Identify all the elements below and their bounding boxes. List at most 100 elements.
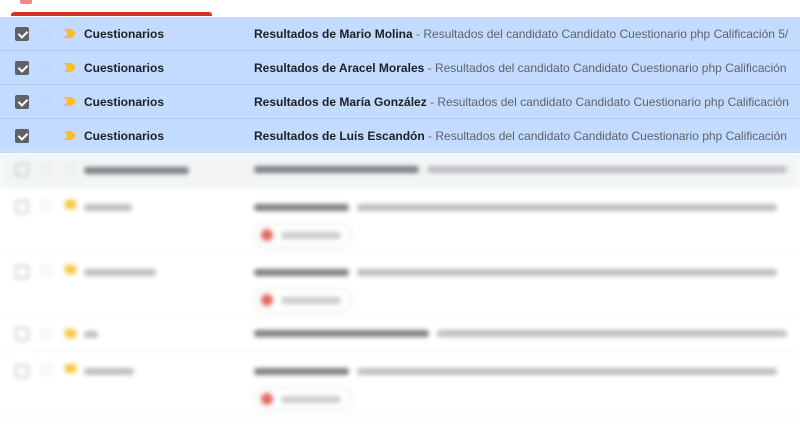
email-row[interactable]: ☆ Cuestionarios Resultados de Luis Escan… bbox=[0, 119, 800, 153]
sender-name: Cuestionarios bbox=[84, 60, 165, 75]
attachment-name bbox=[281, 231, 341, 239]
subject-snippet bbox=[254, 364, 800, 411]
subject-snippet: Resultados de Aracel Morales - Resultado… bbox=[254, 61, 800, 75]
row-star-cell: ☆ bbox=[36, 61, 56, 75]
row-select-cell bbox=[0, 265, 36, 279]
subject-snippet: Resultados de María González - Resultado… bbox=[254, 95, 800, 109]
checkbox-icon[interactable] bbox=[15, 364, 29, 378]
row-importance-cell bbox=[56, 329, 84, 338]
row-select-cell bbox=[0, 26, 36, 41]
email-subject: Resultados de Mario Molina bbox=[254, 26, 413, 41]
row-importance-cell bbox=[56, 131, 84, 140]
importance-marker-icon[interactable] bbox=[64, 265, 76, 274]
attachment-name bbox=[281, 395, 341, 403]
email-row-blurred[interactable] bbox=[0, 317, 800, 351]
star-outline-icon[interactable]: ☆ bbox=[40, 27, 53, 41]
tab-strip bbox=[0, 0, 800, 17]
sender-name: Cuestionarios bbox=[84, 128, 165, 143]
sender-name bbox=[84, 163, 254, 177]
checkbox-checked-icon[interactable] bbox=[15, 128, 29, 143]
tab-icon bbox=[20, 0, 32, 4]
row-star-cell: ☆ bbox=[36, 129, 56, 143]
row-importance-cell bbox=[56, 164, 84, 175]
star-outline-icon[interactable] bbox=[40, 265, 52, 276]
row-star-cell: ☆ bbox=[36, 95, 56, 109]
email-subject: Resultados de Luis Escandón bbox=[254, 128, 425, 143]
row-importance-cell bbox=[56, 63, 84, 72]
star-outline-icon[interactable]: ☆ bbox=[40, 95, 53, 109]
email-row-blurred[interactable] bbox=[0, 252, 800, 317]
row-importance-cell bbox=[56, 364, 84, 373]
email-row-blurred[interactable] bbox=[0, 187, 800, 252]
star-outline-icon[interactable] bbox=[40, 364, 52, 375]
importance-marker-icon[interactable] bbox=[64, 29, 76, 38]
importance-marker-icon[interactable] bbox=[64, 364, 76, 373]
email-list: ☆ Cuestionarios Resultados de Mario Moli… bbox=[0, 17, 800, 416]
row-star-cell bbox=[36, 164, 56, 175]
row-importance-cell bbox=[56, 29, 84, 38]
email-snippet: - Resultados del candidato Candidato Cue… bbox=[424, 60, 787, 75]
row-select-cell bbox=[0, 60, 36, 75]
pdf-icon bbox=[261, 393, 273, 405]
checkbox-icon[interactable] bbox=[15, 200, 29, 214]
checkbox-icon[interactable] bbox=[15, 326, 29, 341]
sender-name bbox=[84, 200, 254, 214]
checkbox-checked-icon[interactable] bbox=[15, 60, 29, 75]
row-select-cell bbox=[0, 162, 36, 177]
attachment-name bbox=[281, 296, 341, 304]
email-snippet: - Resultados del candidato Candidato Cue… bbox=[426, 94, 789, 109]
active-tab-indicator bbox=[11, 12, 212, 16]
subject-snippet bbox=[254, 200, 800, 247]
star-outline-icon[interactable] bbox=[40, 328, 52, 339]
sender-name bbox=[84, 364, 254, 378]
email-row[interactable]: ☆ Cuestionarios Resultados de Aracel Mor… bbox=[0, 51, 800, 85]
attachment-chip[interactable] bbox=[254, 223, 352, 247]
row-importance-cell bbox=[56, 200, 84, 209]
sender-name bbox=[84, 327, 254, 341]
row-select-cell bbox=[0, 94, 36, 109]
checkbox-checked-icon[interactable] bbox=[15, 94, 29, 109]
email-row-blurred[interactable] bbox=[0, 351, 800, 416]
subject-snippet bbox=[254, 327, 800, 341]
email-subject: Resultados de Aracel Morales bbox=[254, 60, 425, 75]
email-snippet: - Resultados del candidato Candidato Cue… bbox=[412, 26, 789, 41]
subject-snippet bbox=[254, 163, 800, 177]
subject-snippet: Resultados de Mario Molina - Resultados … bbox=[254, 27, 800, 41]
sender-name: Cuestionarios bbox=[84, 94, 165, 109]
sender-name bbox=[84, 265, 254, 279]
importance-marker-icon[interactable] bbox=[64, 97, 76, 106]
attachment-chip[interactable] bbox=[254, 387, 352, 411]
subject-snippet bbox=[254, 265, 800, 312]
email-row[interactable]: ☆ Cuestionarios Resultados de Mario Moli… bbox=[0, 17, 800, 51]
star-outline-icon[interactable] bbox=[40, 200, 52, 211]
email-subject: Resultados de María González bbox=[254, 94, 427, 109]
pdf-icon bbox=[261, 229, 273, 241]
importance-marker-icon[interactable] bbox=[64, 63, 76, 72]
row-importance-cell bbox=[56, 97, 84, 106]
row-importance-cell bbox=[56, 265, 84, 274]
importance-marker-icon[interactable] bbox=[64, 329, 76, 338]
attachment-chip[interactable] bbox=[254, 288, 352, 312]
checkbox-icon[interactable] bbox=[15, 265, 29, 279]
pdf-icon bbox=[261, 294, 273, 306]
star-outline-icon[interactable]: ☆ bbox=[40, 129, 53, 143]
email-row[interactable]: ☆ Cuestionarios Resultados de María Gonz… bbox=[0, 85, 800, 119]
row-star-cell bbox=[36, 364, 56, 375]
row-select-cell bbox=[0, 128, 36, 143]
subject-snippet: Resultados de Luis Escandón - Resultados… bbox=[254, 129, 800, 143]
checkbox-icon[interactable] bbox=[15, 162, 29, 177]
row-select-cell bbox=[0, 364, 36, 378]
star-outline-icon[interactable]: ☆ bbox=[40, 61, 53, 75]
importance-marker-icon[interactable] bbox=[64, 200, 76, 209]
row-select-cell bbox=[0, 200, 36, 214]
sender-name: Cuestionarios bbox=[84, 26, 165, 41]
row-star-cell bbox=[36, 200, 56, 211]
email-row-blurred[interactable] bbox=[0, 153, 800, 187]
email-snippet: - Resultados del candidato Candidato Cue… bbox=[424, 128, 787, 143]
star-outline-icon[interactable] bbox=[40, 164, 52, 175]
row-select-cell bbox=[0, 326, 36, 341]
row-star-cell: ☆ bbox=[36, 27, 56, 41]
checkbox-checked-icon[interactable] bbox=[15, 26, 29, 41]
importance-marker-icon[interactable] bbox=[64, 164, 76, 175]
importance-marker-icon[interactable] bbox=[64, 131, 76, 140]
